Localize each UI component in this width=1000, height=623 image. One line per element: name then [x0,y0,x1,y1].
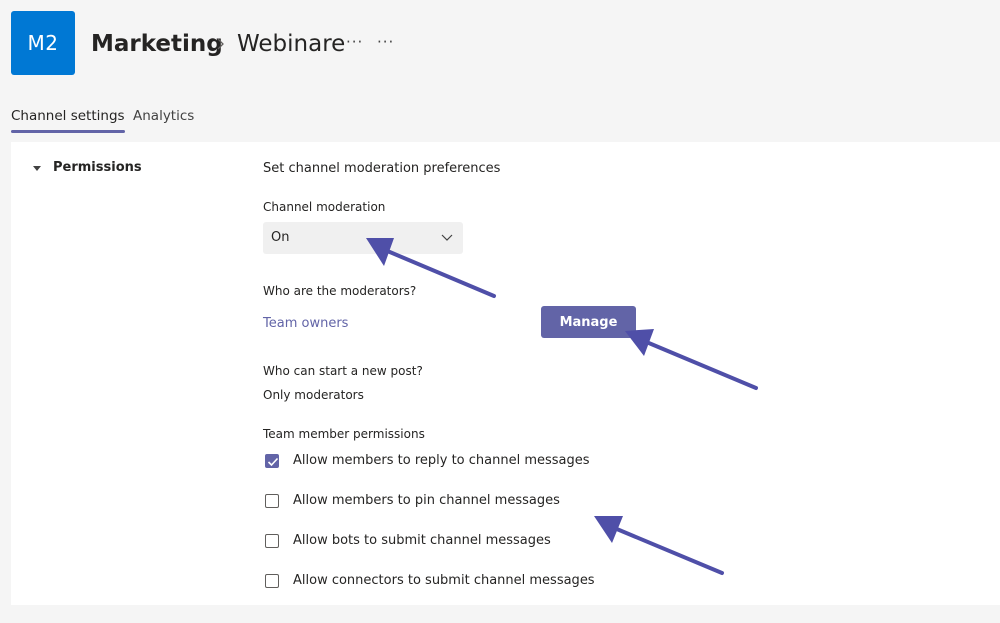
checkbox-bots[interactable] [265,534,279,548]
permissions-section-title[interactable]: Permissions [53,160,142,175]
team-name[interactable]: Marketing [91,31,223,57]
channel-name: Webinare [237,31,346,57]
settings-tabs: Channel settings Analytics [0,100,1000,133]
tab-channel-settings[interactable]: Channel settings [11,108,125,133]
channel-header: M2 Marketing Webinare ··· ··· [0,0,1000,92]
who-can-post-label: Who can start a new post? [263,364,423,378]
checkbox-connectors[interactable] [265,574,279,588]
who-can-post-value: Only moderators [263,388,364,402]
caret-down-icon[interactable] [33,166,41,172]
chevron-right-icon [217,38,224,50]
checkbox-connectors-label: Allow connectors to submit channel messa… [293,573,595,588]
checkbox-pin-label: Allow members to pin channel messages [293,493,560,508]
permission-option-reply[interactable]: Allow members to reply to channel messag… [265,453,785,470]
tab-analytics[interactable]: Analytics [133,108,194,124]
manage-button[interactable]: Manage [541,306,636,338]
checkbox-reply[interactable] [265,454,279,468]
permission-option-connectors[interactable]: Allow connectors to submit channel messa… [265,573,785,590]
checkbox-bots-label: Allow bots to submit channel messages [293,533,551,548]
header-more-options-button[interactable]: ··· [377,33,394,51]
channel-more-options-button[interactable]: ··· [346,33,363,51]
checkbox-reply-label: Allow members to reply to channel messag… [293,453,590,468]
channel-moderation-dropdown[interactable]: On [263,222,463,254]
permission-option-pin[interactable]: Allow members to pin channel messages [265,493,785,510]
chevron-down-icon [441,234,453,241]
permissions-panel: Permissions Set channel moderation prefe… [11,142,1000,605]
checkbox-pin[interactable] [265,494,279,508]
team-avatar[interactable]: M2 [11,11,75,75]
moderation-preferences-title: Set channel moderation preferences [263,161,501,176]
team-member-permissions-label: Team member permissions [263,427,425,441]
channel-moderation-value: On [271,230,290,245]
channel-moderation-label: Channel moderation [263,200,386,214]
team-owners-value: Team owners [263,316,349,331]
permission-option-bots[interactable]: Allow bots to submit channel messages [265,533,785,550]
who-moderators-label: Who are the moderators? [263,284,417,298]
checkmark-icon [267,457,279,467]
